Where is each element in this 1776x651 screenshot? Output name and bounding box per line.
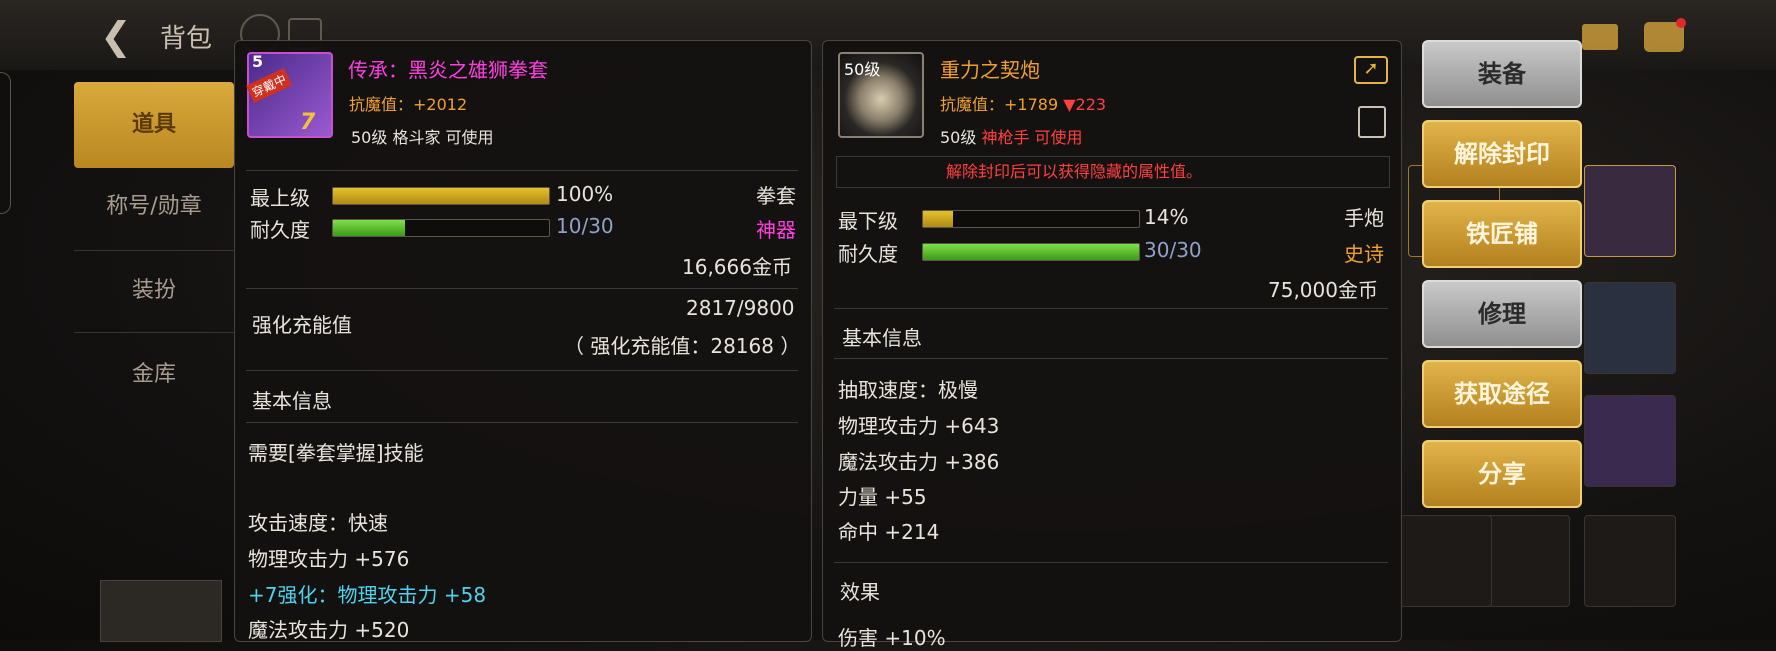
stat-line: 抽取速度：极慢 (838, 378, 978, 402)
grade-bar (922, 210, 1140, 228)
grade-label: 最上级 (250, 186, 310, 210)
item-level-badge: 50级 (844, 60, 881, 79)
stat-line: 魔法攻击力 +386 (838, 450, 1000, 474)
grade-label: 最下级 (838, 209, 898, 233)
stat-line: 命中 +214 (838, 520, 940, 544)
blacksmith-button[interactable]: 铁匠铺 (1422, 200, 1582, 268)
rarity-label: 神器 (756, 218, 796, 242)
effect-heading: 效果 (840, 580, 880, 604)
basic-info-heading: 基本信息 (252, 389, 332, 413)
divider (246, 288, 798, 289)
seal-notice: 解除封印后可以获得隐藏的属性值。 (946, 162, 1203, 181)
basic-info-heading: 基本信息 (842, 326, 922, 350)
mail-icon[interactable] (1582, 24, 1618, 50)
equip-button[interactable]: 装备 (1422, 40, 1582, 108)
share-button[interactable]: 分享 (1422, 440, 1582, 508)
grade-bar (332, 187, 550, 205)
acquire-route-button[interactable]: 获取途径 (1422, 360, 1582, 428)
divider (834, 562, 1388, 563)
notification-dot (1676, 18, 1686, 28)
stat-line: 魔法攻击力 +520 (248, 618, 410, 642)
charge-note: （ 强化充能值：28168 ） (564, 334, 801, 358)
unseal-button[interactable]: 解除封印 (1422, 120, 1582, 188)
divider (246, 170, 798, 171)
page-title: 背包 (160, 24, 213, 54)
stat-line-enhance: +7强化：物理攻击力 +58 (248, 583, 487, 607)
durability-value: 30/30 (1144, 238, 1202, 262)
durability-value: 10/30 (556, 214, 614, 238)
effect-line: 伤害 +10% (838, 626, 946, 650)
lock-icon[interactable] (1358, 106, 1386, 138)
item-price: 75,000金币 (1268, 278, 1378, 302)
durability-bar (922, 243, 1140, 261)
anti-magic-label: 抗魔值：+2012 (349, 95, 468, 114)
durability-label: 耐久度 (250, 218, 310, 242)
weapon-type: 拳套 (756, 184, 796, 208)
side-drawer-handle[interactable] (0, 72, 11, 214)
inventory-slot[interactable] (1584, 515, 1676, 607)
nav-item-avatar[interactable]: 装扮 (74, 248, 234, 334)
nav-item-items[interactable]: 道具 (74, 82, 234, 168)
rarity-label: 史诗 (1344, 242, 1384, 266)
inventory-slot[interactable] (1584, 165, 1676, 257)
stat-line: 力量 +55 (838, 485, 927, 509)
grade-value: 100% (556, 182, 614, 206)
durability-bar (332, 219, 550, 237)
item-name: 重力之契炮 (940, 58, 1040, 82)
inventory-slot[interactable] (1400, 515, 1492, 607)
enhance-badge: 7 (300, 110, 316, 135)
item-requirement: 50级 格斗家 可使用 (351, 128, 494, 147)
stat-line: 物理攻击力 +643 (838, 414, 1000, 438)
divider (834, 358, 1388, 359)
divider (834, 308, 1388, 309)
durability-label: 耐久度 (838, 242, 898, 266)
nav-item-titles[interactable]: 称号/勋章 (74, 164, 234, 250)
inventory-slot[interactable] (1584, 395, 1676, 487)
nav-item-vault[interactable]: 金库 (74, 332, 234, 418)
divider (246, 370, 798, 371)
inventory-slot[interactable] (100, 580, 222, 642)
item-requirement: 50级 神枪手 可使用 (940, 128, 1083, 147)
item-price: 16,666金币 (682, 255, 792, 279)
item-name: 传承：黑炎之雄狮拳套 (348, 58, 548, 82)
back-arrow-icon[interactable]: ❮ (100, 16, 148, 56)
charge-label: 强化充能值 (252, 313, 352, 337)
divider (246, 422, 798, 423)
item-level-badge: 5 (252, 52, 264, 71)
charge-value: 2817/9800 (686, 296, 795, 320)
repair-button[interactable]: 修理 (1422, 280, 1582, 348)
stat-line: 物理攻击力 +576 (248, 547, 410, 571)
inventory-slot[interactable] (1584, 282, 1676, 374)
stat-line: 需要[拳套掌握]技能 (248, 441, 424, 465)
anti-magic-label: 抗魔值：+1789 ▼223 (940, 95, 1107, 114)
grade-value: 14% (1144, 205, 1189, 229)
stat-line: 攻击速度：快速 (248, 511, 388, 535)
share-link-icon[interactable]: ➚ (1354, 56, 1388, 84)
weapon-type: 手炮 (1344, 206, 1384, 230)
